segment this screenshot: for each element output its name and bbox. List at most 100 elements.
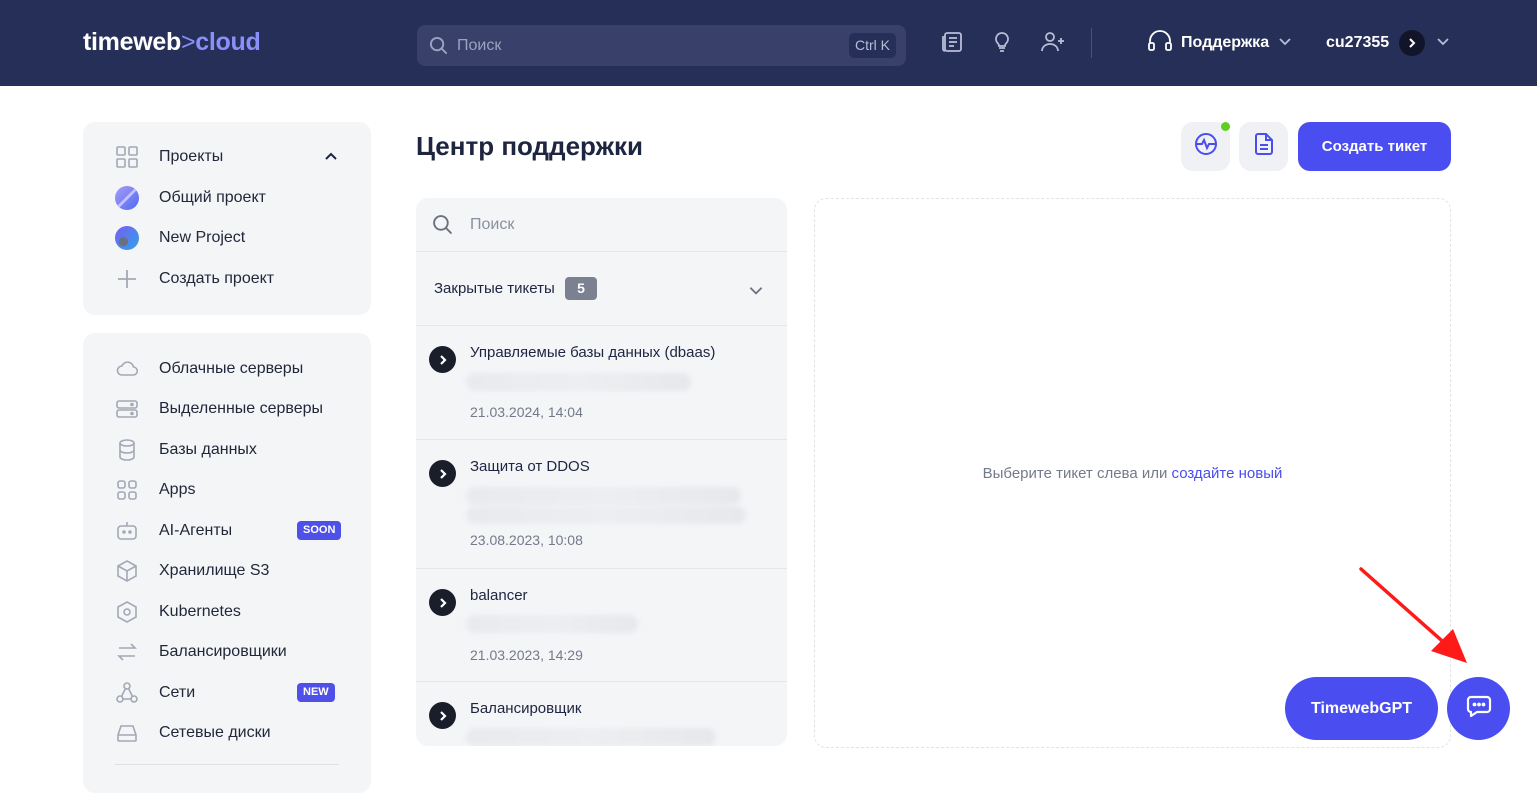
ticket-preview-blurred [466,487,741,505]
plus-icon [115,267,139,291]
logo[interactable]: timeweb>cloud [83,28,261,57]
news-icon[interactable] [940,30,964,59]
ticket-date: 21.03.2024, 14:04 [470,404,583,420]
cloud-icon [115,357,139,381]
projects-title: Проекты [159,148,224,165]
chevron-right-icon [429,460,456,487]
nav-label: Сетевые диски [159,724,271,741]
documents-button[interactable] [1239,122,1288,171]
soon-badge: SOON [297,521,342,540]
nav-item-network-disks[interactable]: Сетевые диски [115,720,271,746]
header-search[interactable]: Ctrl K [417,25,906,66]
tickets-search-input[interactable] [470,198,770,252]
project-label: New Project [159,229,246,246]
empty-state-message: Выберите тикет слева или создайте новый [815,465,1450,482]
user-menu[interactable]: cu27355 [1326,30,1451,56]
nav-label: Базы данных [159,441,257,458]
nav-label: Выделенные серверы [159,400,324,417]
nav-label: Kubernetes [159,603,241,620]
ticket-preview-blurred [466,615,638,633]
nav-item-apps[interactable]: Apps [115,477,195,503]
nav-item-s3-storage[interactable]: Хранилище S3 [115,558,269,584]
arrows-icon [115,640,139,664]
chevron-down-icon [1435,33,1451,54]
server-icon [115,397,139,421]
grid-icon [115,145,139,169]
chevron-up-icon[interactable] [323,149,339,170]
create-new-ticket-link[interactable]: создайте новый [1172,465,1283,482]
page-title: Центр поддержки [416,131,643,161]
chat-bubble-icon [1465,692,1493,725]
lightbulb-icon[interactable] [990,30,1014,59]
chat-button[interactable] [1447,677,1510,740]
nav-item-balancers[interactable]: Балансировщики [115,639,287,665]
support-menu[interactable]: Поддержка [1147,29,1293,58]
ticket-preview-blurred [466,506,746,524]
robot-icon [115,519,139,543]
nav-label: Apps [159,481,196,498]
create-ticket-button[interactable]: Создать тикет [1298,122,1451,171]
projects-header[interactable]: Проекты [115,144,223,170]
nav-item-networks[interactable]: Сети [115,680,195,706]
ticket-title: Управляемые базы данных (dbaas) [470,344,716,361]
logo-cloud-text: cloud [195,28,261,56]
search-icon [429,36,448,60]
ticket-title: balancer [470,587,528,604]
kubernetes-icon [115,600,139,624]
project-avatar-icon [115,186,139,210]
tickets-list: Закрытые тикеты 5 Управляемые базы данны… [416,198,787,746]
apps-icon [115,478,139,502]
ticket-item[interactable]: balancer 21.03.2023, 14:29 [416,569,787,682]
status-indicator-dot [1221,122,1230,131]
ticket-item[interactable]: Защита от DDOS 23.08.2023, 10:08 [416,440,787,569]
ticket-item[interactable]: Управляемые базы данных (dbaas) 21.03.20… [416,327,787,440]
closed-tickets-count: 5 [565,277,597,300]
nav-item-ai-agents[interactable]: AI-Агенты [115,518,232,544]
project-avatar-icon [115,226,139,250]
create-project-button[interactable]: Создать проект [115,266,274,292]
nav-label: AI-Агенты [159,522,233,539]
project-item-general[interactable]: Общий проект [115,185,266,211]
logo-text: timeweb [83,28,181,56]
closed-tickets-label: Закрытые тикеты [434,280,555,297]
chevron-right-icon [429,702,456,729]
nav-item-cloud-servers[interactable]: Облачные серверы [115,356,303,382]
add-user-icon[interactable] [1040,30,1066,59]
nav-label: Облачные серверы [159,360,304,377]
support-label: Поддержка [1181,34,1270,51]
chevron-down-icon [747,281,765,304]
database-icon [115,438,139,462]
ticket-preview-blurred [466,373,691,391]
document-icon [1253,132,1275,161]
timeweb-gpt-button[interactable]: TimewebGPT [1285,677,1438,740]
create-project-label: Создать проект [159,270,275,287]
tickets-search[interactable] [416,198,787,252]
project-item-new[interactable]: New Project [115,225,245,251]
empty-state-text: Выберите тикет слева или [982,465,1172,482]
ticket-date: 21.03.2023, 14:29 [470,647,583,663]
nav-item-dedicated-servers[interactable]: Выделенные серверы [115,396,323,422]
nav-item-kubernetes[interactable]: Kubernetes [115,599,241,625]
project-label: Общий проект [159,189,266,206]
ticket-preview-blurred [466,728,716,746]
top-header: timeweb>cloud Ctrl K Поддержка cu27355 [0,0,1537,86]
ticket-item[interactable]: Балансировщик [416,682,787,746]
headset-icon [1147,29,1173,58]
chevron-right-icon [1399,30,1426,56]
chevron-right-icon [429,346,456,373]
activity-icon [1193,131,1219,162]
closed-tickets-toggle[interactable]: Закрытые тикеты 5 [416,252,787,326]
disk-icon [115,721,139,745]
chevron-right-icon [429,589,456,616]
nav-label: Балансировщики [159,643,287,660]
annotation-arrow-icon [1359,567,1467,663]
chevron-down-icon [1277,33,1293,54]
nav-label: Сети [159,684,196,701]
nav-label: Хранилище S3 [159,562,270,579]
nav-item-databases[interactable]: Базы данных [115,437,257,463]
header-divider [1091,28,1092,58]
search-icon [432,214,453,240]
new-badge: NEW [297,683,335,702]
services-nav: Облачные серверы Выделенные серверы Базы… [83,333,371,793]
header-search-input[interactable] [457,25,837,66]
